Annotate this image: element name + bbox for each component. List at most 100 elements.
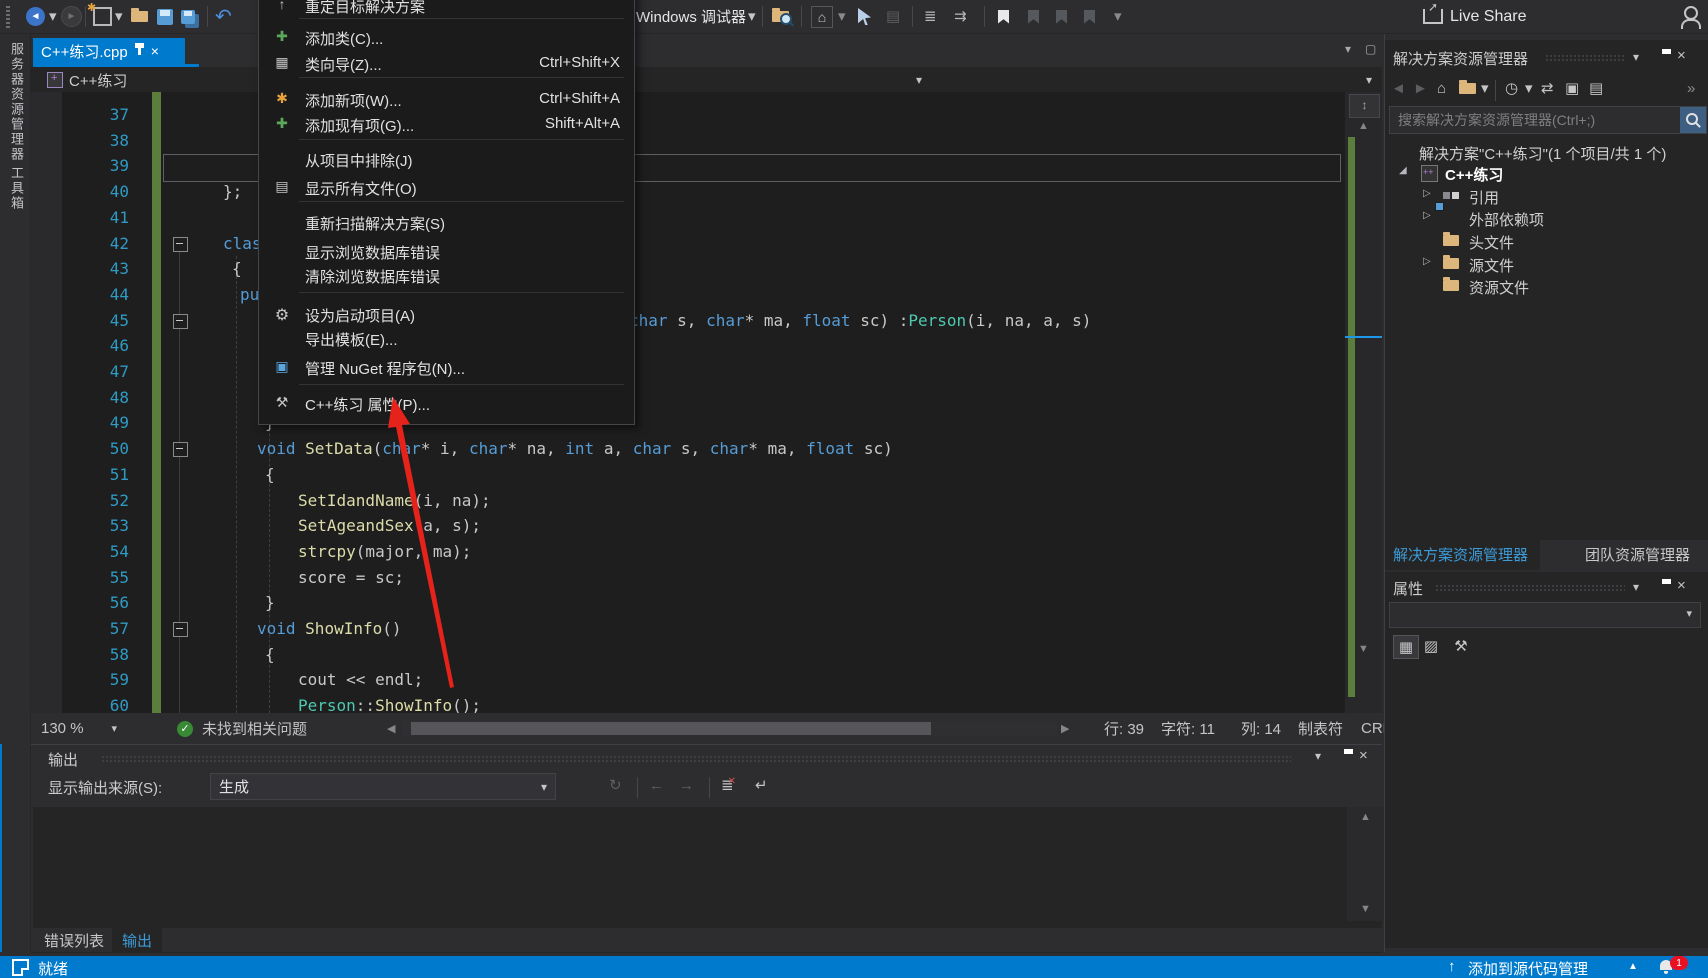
forward-icon[interactable]: ► — [1413, 74, 1428, 102]
undo-icon[interactable]: ↶ — [215, 0, 232, 33]
server-explorer-rail-tab[interactable]: 服务器资源管理器 — [7, 42, 26, 162]
document-health-indicator[interactable]: ✓ 未找到相关问题 — [177, 713, 307, 744]
fold-collapse-icon[interactable] — [173, 622, 188, 637]
bookmarks-dropdown-icon[interactable]: ▾ — [1114, 0, 1122, 33]
tab-solution-explorer[interactable]: 解决方案资源管理器 — [1385, 540, 1541, 570]
tabs-mode-indicator[interactable]: 制表符 — [1298, 713, 1343, 744]
tree-item-C++练习[interactable]: ◢ C++练习 — [1385, 162, 1708, 184]
pointer-mode-icon[interactable] — [858, 0, 871, 33]
menu-item-类向导(Z)...[interactable]: 类向导(Z)... Ctrl+Shift+X — [259, 50, 634, 76]
tab-error-list[interactable]: 错误列表 — [44, 930, 104, 951]
menu-item-重新扫描解决方案(S)[interactable]: 重新扫描解决方案(S) — [259, 209, 634, 235]
sync-with-active-document-icon[interactable]: ⇄ — [1541, 74, 1554, 102]
menu-item-从项目中排除(J)[interactable]: 从项目中排除(J) — [259, 146, 634, 172]
panel-close-icon[interactable]: × — [1359, 747, 1368, 764]
copy-disabled-icon[interactable]: ▤ — [886, 0, 900, 33]
panel-close-icon[interactable]: × — [1677, 47, 1686, 64]
panel-dropdown-icon[interactable]: ▾ — [1315, 749, 1321, 763]
property-pages-icon[interactable]: ⚒ — [1449, 635, 1473, 657]
indent-icon[interactable]: ≣ — [924, 0, 937, 33]
scroll-down-icon[interactable]: ▼ — [1347, 903, 1384, 915]
tree-item-外部依赖项[interactable]: ▷ 外部依赖项 — [1385, 202, 1708, 229]
menu-item-清除浏览数据库错误[interactable]: 清除浏览数据库错误 — [259, 262, 634, 288]
code-editor[interactable]: 37char38int39char40};4142class U43{44pub… — [31, 92, 1345, 713]
clear-all-icon[interactable]: ≣ ✕ — [721, 771, 736, 799]
tab-cpp-file[interactable]: C++练习.cpp × — [33, 38, 185, 64]
scroll-up-icon[interactable]: ▲ — [1345, 120, 1382, 132]
clear-bookmarks-icon[interactable] — [1084, 0, 1095, 33]
prev-message-icon[interactable]: ← — [649, 771, 664, 799]
tree-item-源文件[interactable]: ▷ 源文件 — [1385, 253, 1708, 275]
menu-item-导出模板(E)...[interactable]: 导出模板(E)... — [259, 325, 634, 351]
menu-item-管理 NuGet 程序包(N)...[interactable]: 管理 NuGet 程序包(N)... — [259, 354, 634, 380]
find-in-files-icon[interactable] — [772, 0, 792, 33]
tree-item-引用[interactable]: ▷ 引用 — [1385, 185, 1708, 207]
source-control-dropdown-icon[interactable]: ▲ — [1628, 961, 1638, 972]
next-message-icon[interactable]: → — [679, 771, 694, 799]
menu-item-显示浏览数据库错误[interactable]: 显示浏览数据库错误 — [259, 238, 634, 264]
scroll-right-icon[interactable]: ▶ — [1061, 713, 1069, 744]
navigate-back-icon[interactable]: ◄ — [26, 0, 45, 33]
sign-in-person-icon[interactable] — [1681, 6, 1701, 29]
toolbar-overflow-icon[interactable]: » — [1687, 74, 1695, 102]
fold-collapse-icon[interactable] — [173, 442, 188, 458]
properties-object-combobox[interactable]: ▾ — [1389, 602, 1701, 628]
filter-dropdown-icon[interactable]: ▾ — [1525, 74, 1533, 102]
output-vertical-scrollbar[interactable]: ▲ ▼ — [1347, 807, 1384, 921]
background-tasks-icon[interactable] — [12, 959, 29, 976]
pin-icon[interactable] — [134, 43, 144, 55]
active-files-dropdown-icon[interactable]: ▾ — [1345, 42, 1351, 56]
debugger-selector[interactable]: Windows 调试器 — [636, 0, 746, 33]
new-project-icon[interactable] — [87, 0, 112, 33]
menu-item-添加现有项(G)...[interactable]: 添加现有项(G)... Shift+Alt+A — [259, 111, 634, 137]
scroll-up-icon[interactable]: ▲ — [1347, 811, 1384, 823]
pending-changes-filter-icon[interactable]: ◷ — [1505, 74, 1518, 102]
panel-pin-icon[interactable] — [1655, 53, 1671, 68]
tab-output[interactable]: 输出 — [112, 928, 163, 952]
navbar-scope-dropdown-icon[interactable]: ▾ — [916, 73, 922, 87]
toolbar-drag-handle[interactable] — [6, 0, 10, 33]
tree-item-解决方案"C++练习"(1 个项目/共 1 个)[interactable]: 解决方案"C++练习"(1 个项目/共 1 个) — [1385, 141, 1708, 163]
toggle-bookmark-icon[interactable] — [998, 0, 1009, 33]
scroll-left-icon[interactable]: ◀ — [387, 713, 395, 744]
caret-line-indicator[interactable]: 行: 39 — [1104, 713, 1144, 744]
menu-item-设为启动项目(A)[interactable]: 设为启动项目(A) — [259, 301, 634, 327]
next-bookmark-icon[interactable] — [1056, 0, 1067, 33]
expander-expanded-icon[interactable]: ◢ — [1399, 165, 1407, 176]
new-item-dropdown-icon[interactable]: ▾ — [115, 0, 123, 33]
split-window-handle[interactable]: ↕ — [1349, 94, 1380, 118]
views-dropdown-icon[interactable]: ▾ — [1481, 74, 1489, 102]
debugger-dropdown-icon[interactable]: ▾ — [748, 0, 756, 33]
prev-bookmark-icon[interactable] — [1028, 0, 1039, 33]
new-window-icon[interactable]: ▣ — [1565, 74, 1579, 102]
panel-dropdown-icon[interactable]: ▾ — [1633, 50, 1639, 64]
window-options-icon[interactable]: ▢ — [1365, 42, 1376, 56]
search-icon[interactable] — [1680, 107, 1706, 133]
live-share-button[interactable]: Live Share — [1423, 0, 1527, 33]
menu-item-添加新项(W)...[interactable]: 添加新项(W)... Ctrl+Shift+A — [259, 86, 634, 112]
tree-item-资源文件[interactable]: 资源文件 — [1385, 275, 1708, 297]
home-dropdown-icon[interactable]: ▾ — [838, 0, 846, 33]
categorized-icon[interactable]: ▦ — [1393, 635, 1419, 659]
menu-item-添加类(C)...[interactable]: 添加类(C)... — [259, 24, 634, 50]
expander-collapsed-icon[interactable]: ▷ — [1423, 210, 1431, 221]
menu-item-重定目标解决方案[interactable]: 重定目标解决方案 — [259, 0, 634, 18]
alphabetical-icon[interactable]: ▨ — [1419, 635, 1443, 657]
back-history-dropdown-icon[interactable]: ▾ — [49, 0, 57, 33]
back-icon[interactable]: ◄ — [1391, 74, 1406, 102]
fold-collapse-icon[interactable] — [173, 236, 188, 252]
caret-col-indicator[interactable]: 列: 14 — [1241, 713, 1281, 744]
solution-search-input[interactable]: 搜索解决方案资源管理器(Ctrl+;) — [1389, 106, 1707, 134]
zoom-selector[interactable]: 130 % ▾ — [41, 713, 117, 744]
navigate-forward-icon[interactable]: ► — [61, 0, 82, 33]
panel-dropdown-icon[interactable]: ▾ — [1633, 580, 1639, 594]
navbar-member-dropdown-icon[interactable]: ▾ — [1366, 73, 1372, 87]
tab-team-explorer[interactable]: 团队资源管理器 — [1585, 544, 1690, 565]
scrollbar-thumb[interactable] — [411, 722, 931, 735]
expander-collapsed-icon[interactable]: ▷ — [1423, 188, 1431, 199]
panel-close-icon[interactable]: × — [1677, 577, 1686, 594]
caret-char-indicator[interactable]: 字符: 11 — [1161, 713, 1215, 744]
scroll-down-icon[interactable]: ▼ — [1345, 643, 1382, 655]
outdent-icon[interactable]: ⇉ — [954, 0, 967, 33]
word-wrap-icon[interactable]: ↵ — [755, 771, 768, 799]
